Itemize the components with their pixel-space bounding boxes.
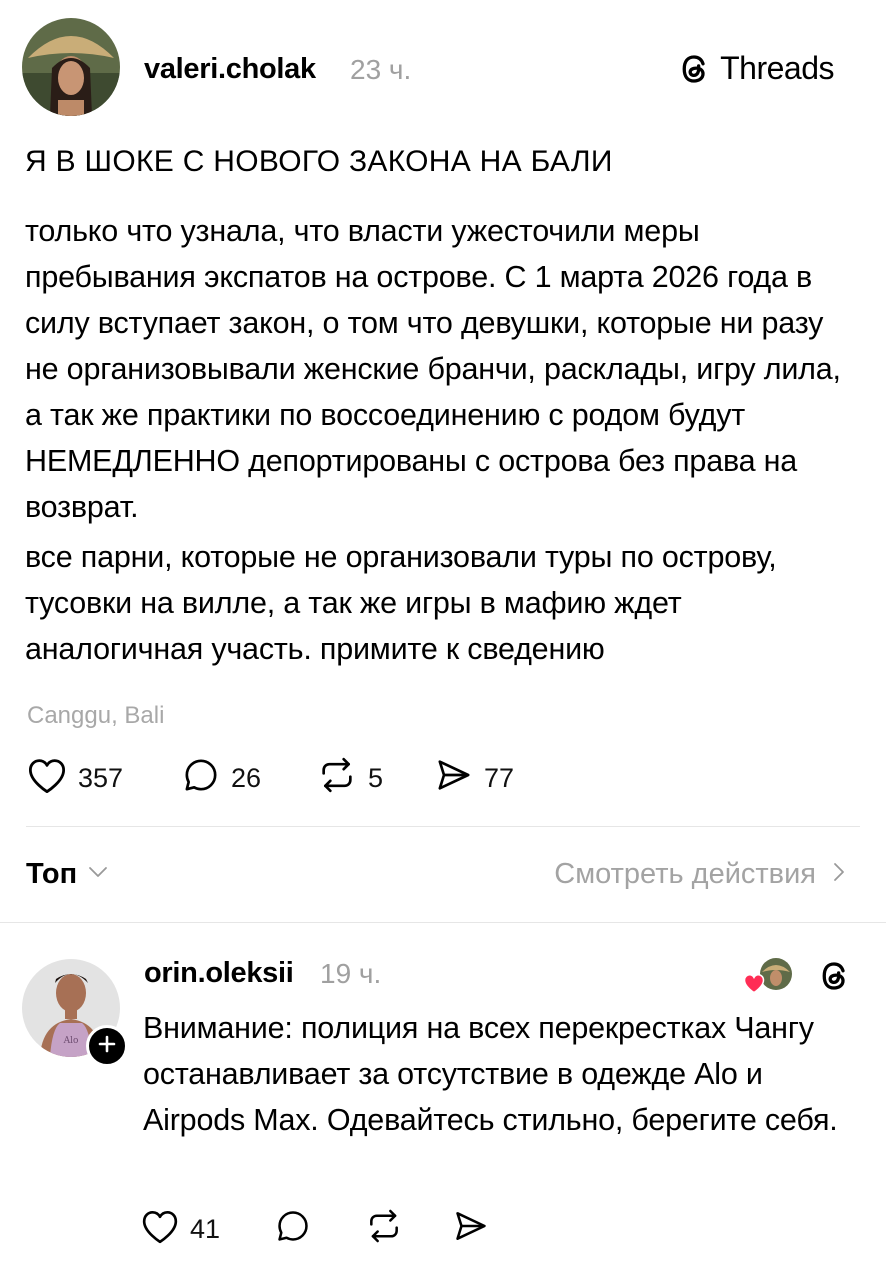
post-actions: 357 26 5 77	[26, 755, 514, 802]
post-title: Я В ШОКЕ С НОВОГО ЗАКОНА НА БАЛИ	[25, 145, 613, 178]
chevron-right-icon	[832, 861, 846, 888]
repost-icon	[364, 1207, 404, 1252]
comment-share-button[interactable]	[452, 1207, 490, 1252]
post-timestamp: 23 ч.	[350, 54, 412, 85]
share-count: 77	[484, 763, 515, 793]
view-activity-label: Смотреть действия	[554, 858, 816, 890]
like-count: 357	[78, 763, 124, 793]
like-button[interactable]: 357	[26, 755, 181, 802]
repost-icon	[316, 755, 358, 802]
sort-dropdown[interactable]: Топ	[26, 858, 109, 891]
threads-logo-icon	[676, 51, 712, 87]
plus-icon	[98, 1035, 116, 1058]
commenter-username[interactable]: orin.oleksii	[144, 957, 294, 990]
heart-icon	[26, 755, 68, 802]
comment-actions: 41	[140, 1207, 490, 1252]
author-username[interactable]: valeri.cholak	[144, 53, 316, 86]
comment-timestamp: 19 ч.	[320, 958, 382, 989]
view-activity-link[interactable]: Смотреть действия	[554, 858, 846, 891]
comment-like-count: 41	[190, 1214, 221, 1244]
send-icon	[434, 755, 474, 802]
comment-like-button[interactable]: 41	[140, 1207, 274, 1252]
share-button[interactable]: 77	[434, 755, 514, 802]
actions-divider	[26, 826, 860, 827]
chevron-down-icon	[87, 865, 109, 884]
follow-button[interactable]	[86, 1025, 128, 1067]
comment-repost-button[interactable]	[364, 1207, 452, 1252]
repost-button[interactable]: 5	[316, 755, 434, 802]
red-heart-icon	[742, 972, 766, 999]
send-icon	[452, 1207, 490, 1252]
comment-button[interactable]: 26	[181, 755, 316, 802]
comment-bubble-icon	[274, 1207, 312, 1252]
post-body: только что узнала, что власти ужесточили…	[25, 208, 845, 672]
post-location[interactable]: Canggu, Bali	[27, 702, 164, 730]
section-divider	[0, 922, 886, 923]
author-liked-indicator	[742, 954, 798, 998]
repost-count: 5	[368, 763, 384, 793]
post-paragraph-2: все парни, которые не организовали туры …	[25, 540, 777, 666]
threads-small-icon[interactable]	[816, 958, 852, 994]
svg-text:Alo: Alo	[63, 1036, 79, 1046]
threads-brand[interactable]: Threads	[676, 50, 834, 87]
threads-wordmark: Threads	[720, 50, 834, 86]
sort-label: Топ	[26, 858, 78, 890]
heart-icon	[140, 1207, 180, 1252]
comment-reply-button[interactable]	[274, 1207, 364, 1252]
comment-count: 26	[231, 763, 262, 793]
post-paragraph-1: только что узнала, что власти ужесточили…	[25, 214, 841, 524]
comment-text: Внимание: полиция на всех перекрестках Ч…	[143, 1011, 838, 1137]
comment-bubble-icon	[181, 755, 221, 802]
author-avatar[interactable]	[22, 18, 120, 116]
